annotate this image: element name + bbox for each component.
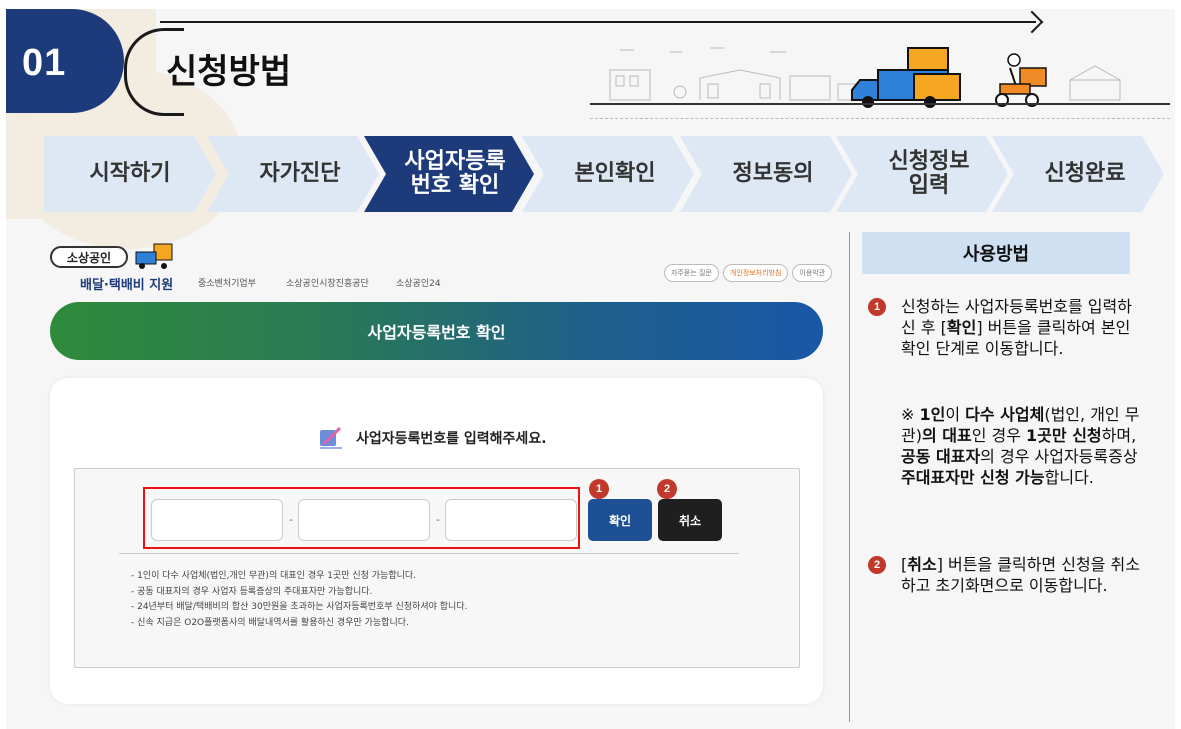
notice-list: - 1인이 다수 사업체(법인,개인 무관)의 대표인 경우 1곳만 신청 가능… bbox=[131, 569, 467, 631]
step-badge-2: 2 bbox=[657, 479, 677, 499]
step-label: 본인확인 bbox=[574, 160, 656, 186]
divider-line bbox=[590, 103, 1170, 105]
panel-divider bbox=[849, 232, 850, 722]
howto-title: 사용방법 bbox=[862, 232, 1130, 274]
separator-dash: - bbox=[289, 513, 293, 526]
step-start: 시작하기 bbox=[44, 136, 216, 212]
separator-dash: - bbox=[436, 513, 440, 526]
step-consent: 정보동의 bbox=[680, 136, 852, 212]
howto-item-1-text: 신청하는 사업자등록번호를 입력하신 후 [확인] 버튼을 클릭하여 본인 확인… bbox=[901, 297, 1132, 358]
page-title: 신청방법 bbox=[166, 52, 292, 92]
howto-item-2-text: [취소] 버튼을 클릭하면 신청을 취소하고 초기화면으로 이동합니다. bbox=[901, 555, 1140, 595]
business-number-field-1[interactable] bbox=[151, 499, 283, 541]
step-application-info: 신청정보 입력 bbox=[836, 136, 1008, 212]
org-sbiz24: 소상공인24 bbox=[396, 279, 441, 289]
step-complete: 신청완료 bbox=[992, 136, 1164, 212]
step-label: 시작하기 bbox=[89, 160, 171, 186]
howto-note: ※ 1인이 다수 사업체(법인, 개인 무관)의 대표인 경우 1곳만 신청하며… bbox=[868, 404, 1141, 488]
progress-arrow-line bbox=[160, 21, 1036, 23]
notice-item: - 신속 지급은 O2O플랫폼사의 배달내역서를 활용하신 경우만 가능합니다. bbox=[131, 617, 409, 628]
business-number-field-3[interactable] bbox=[445, 499, 577, 541]
delivery-town-illustration bbox=[609, 47, 1121, 108]
step-label: 자가진단 bbox=[259, 160, 341, 186]
howto-item-2: 2 [취소] 버튼을 클릭하면 신청을 취소하고 초기화면으로 이동합니다. bbox=[868, 554, 1141, 596]
section-banner: 사업자등록번호 확인 bbox=[50, 302, 823, 360]
cancel-button[interactable]: 취소 bbox=[658, 499, 722, 541]
section-number: 01 bbox=[22, 42, 67, 84]
divider-line bbox=[119, 553, 739, 554]
step-badge-1: 1 bbox=[589, 479, 609, 499]
notice-item: - 공동 대표자의 경우 사업자 등록증상의 주대표자만 가능합니다. bbox=[131, 586, 373, 597]
terms-link[interactable]: 이용약관 bbox=[792, 264, 833, 282]
input-card: 사업자등록번호를 입력해주세요. - - 1 2 확인 취소 - 1인이 다수 … bbox=[50, 378, 823, 704]
org-mss: 중소벤처기업부 bbox=[198, 279, 256, 289]
step-label: 신청완료 bbox=[1044, 160, 1126, 186]
howto-note-text: ※ 1인이 다수 사업체(법인, 개인 무관)의 대표인 경우 1곳만 신청하며… bbox=[901, 405, 1140, 487]
step-label: 사업자등록 번호 확인 bbox=[404, 148, 506, 198]
privacy-link[interactable]: 개인정보처리방침 bbox=[722, 264, 789, 282]
top-links: 자주묻는 질문 개인정보처리방침 이용약관 bbox=[664, 264, 833, 282]
business-number-field-2[interactable] bbox=[298, 499, 430, 541]
truck-icon bbox=[135, 243, 173, 269]
howto-item-1: 1 신청하는 사업자등록번호를 입력하신 후 [확인] 버튼을 클릭하여 본인 … bbox=[868, 296, 1141, 359]
notice-item: - 1인이 다수 사업체(법인,개인 무관)의 대표인 경우 1곳만 신청 가능… bbox=[131, 571, 417, 581]
org-semas: 소상공인시장진흥공단 bbox=[286, 279, 369, 289]
prompt-text: 사업자등록번호를 입력해주세요. bbox=[356, 431, 547, 447]
input-prompt: 사업자등록번호를 입력해주세요. bbox=[318, 426, 547, 450]
step-identity: 본인확인 bbox=[522, 136, 694, 212]
confirm-button[interactable]: 확인 bbox=[588, 499, 652, 541]
logo-pill: 소상공인 bbox=[50, 246, 128, 268]
logo-text: 배달·택배비 지원 bbox=[80, 278, 174, 293]
divider-dashed bbox=[590, 118, 1170, 119]
faq-link[interactable]: 자주묻는 질문 bbox=[664, 264, 719, 282]
step-progress-bar: 시작하기 자가진단 사업자등록 번호 확인 본인확인 정보동의 신청정보 입력 … bbox=[44, 136, 1164, 212]
step-self-check: 자가진단 bbox=[207, 136, 379, 212]
step-label: 신청정보 입력 bbox=[888, 148, 970, 198]
input-form: - - 1 2 확인 취소 - 1인이 다수 사업체(법인,개인 무관)의 대표… bbox=[74, 468, 800, 668]
step-label: 정보동의 bbox=[732, 160, 814, 186]
number-badge: 1 bbox=[868, 298, 886, 316]
step-business-number: 사업자등록 번호 확인 bbox=[364, 136, 534, 212]
pencil-icon bbox=[320, 426, 342, 449]
notice-item: - 24년부터 배달/택배비의 합산 30만원을 초과하는 사업자등록번호부 신… bbox=[131, 602, 468, 612]
number-badge: 2 bbox=[868, 556, 886, 574]
